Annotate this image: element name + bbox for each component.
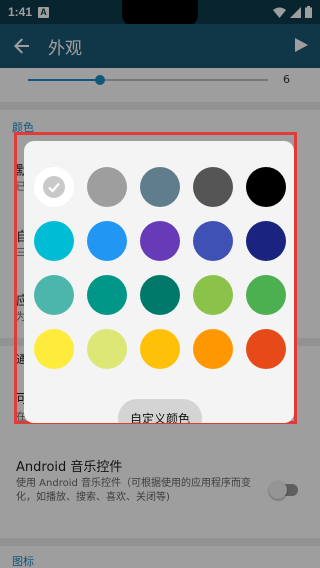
color-swatch[interactable]	[87, 275, 127, 315]
color-swatch[interactable]	[193, 329, 233, 369]
color-swatch[interactable]	[140, 329, 180, 369]
custom-color-button[interactable]: 自定义颜色	[118, 399, 202, 423]
color-swatch[interactable]	[246, 329, 286, 369]
color-swatch[interactable]	[34, 167, 74, 207]
check-icon	[43, 176, 65, 198]
color-swatch[interactable]	[87, 329, 127, 369]
color-swatch[interactable]	[140, 167, 180, 207]
color-swatch[interactable]	[34, 275, 74, 315]
color-picker-dialog: 自定义颜色	[24, 141, 294, 423]
color-swatch[interactable]	[87, 221, 127, 261]
color-swatch[interactable]	[140, 221, 180, 261]
color-swatch[interactable]	[193, 275, 233, 315]
color-swatch[interactable]	[34, 329, 74, 369]
color-swatch[interactable]	[246, 167, 286, 207]
color-swatch[interactable]	[193, 167, 233, 207]
color-swatch[interactable]	[87, 167, 127, 207]
color-swatch[interactable]	[140, 275, 180, 315]
color-swatch[interactable]	[193, 221, 233, 261]
color-swatch[interactable]	[246, 221, 286, 261]
color-swatch[interactable]	[34, 221, 74, 261]
color-swatch[interactable]	[246, 275, 286, 315]
